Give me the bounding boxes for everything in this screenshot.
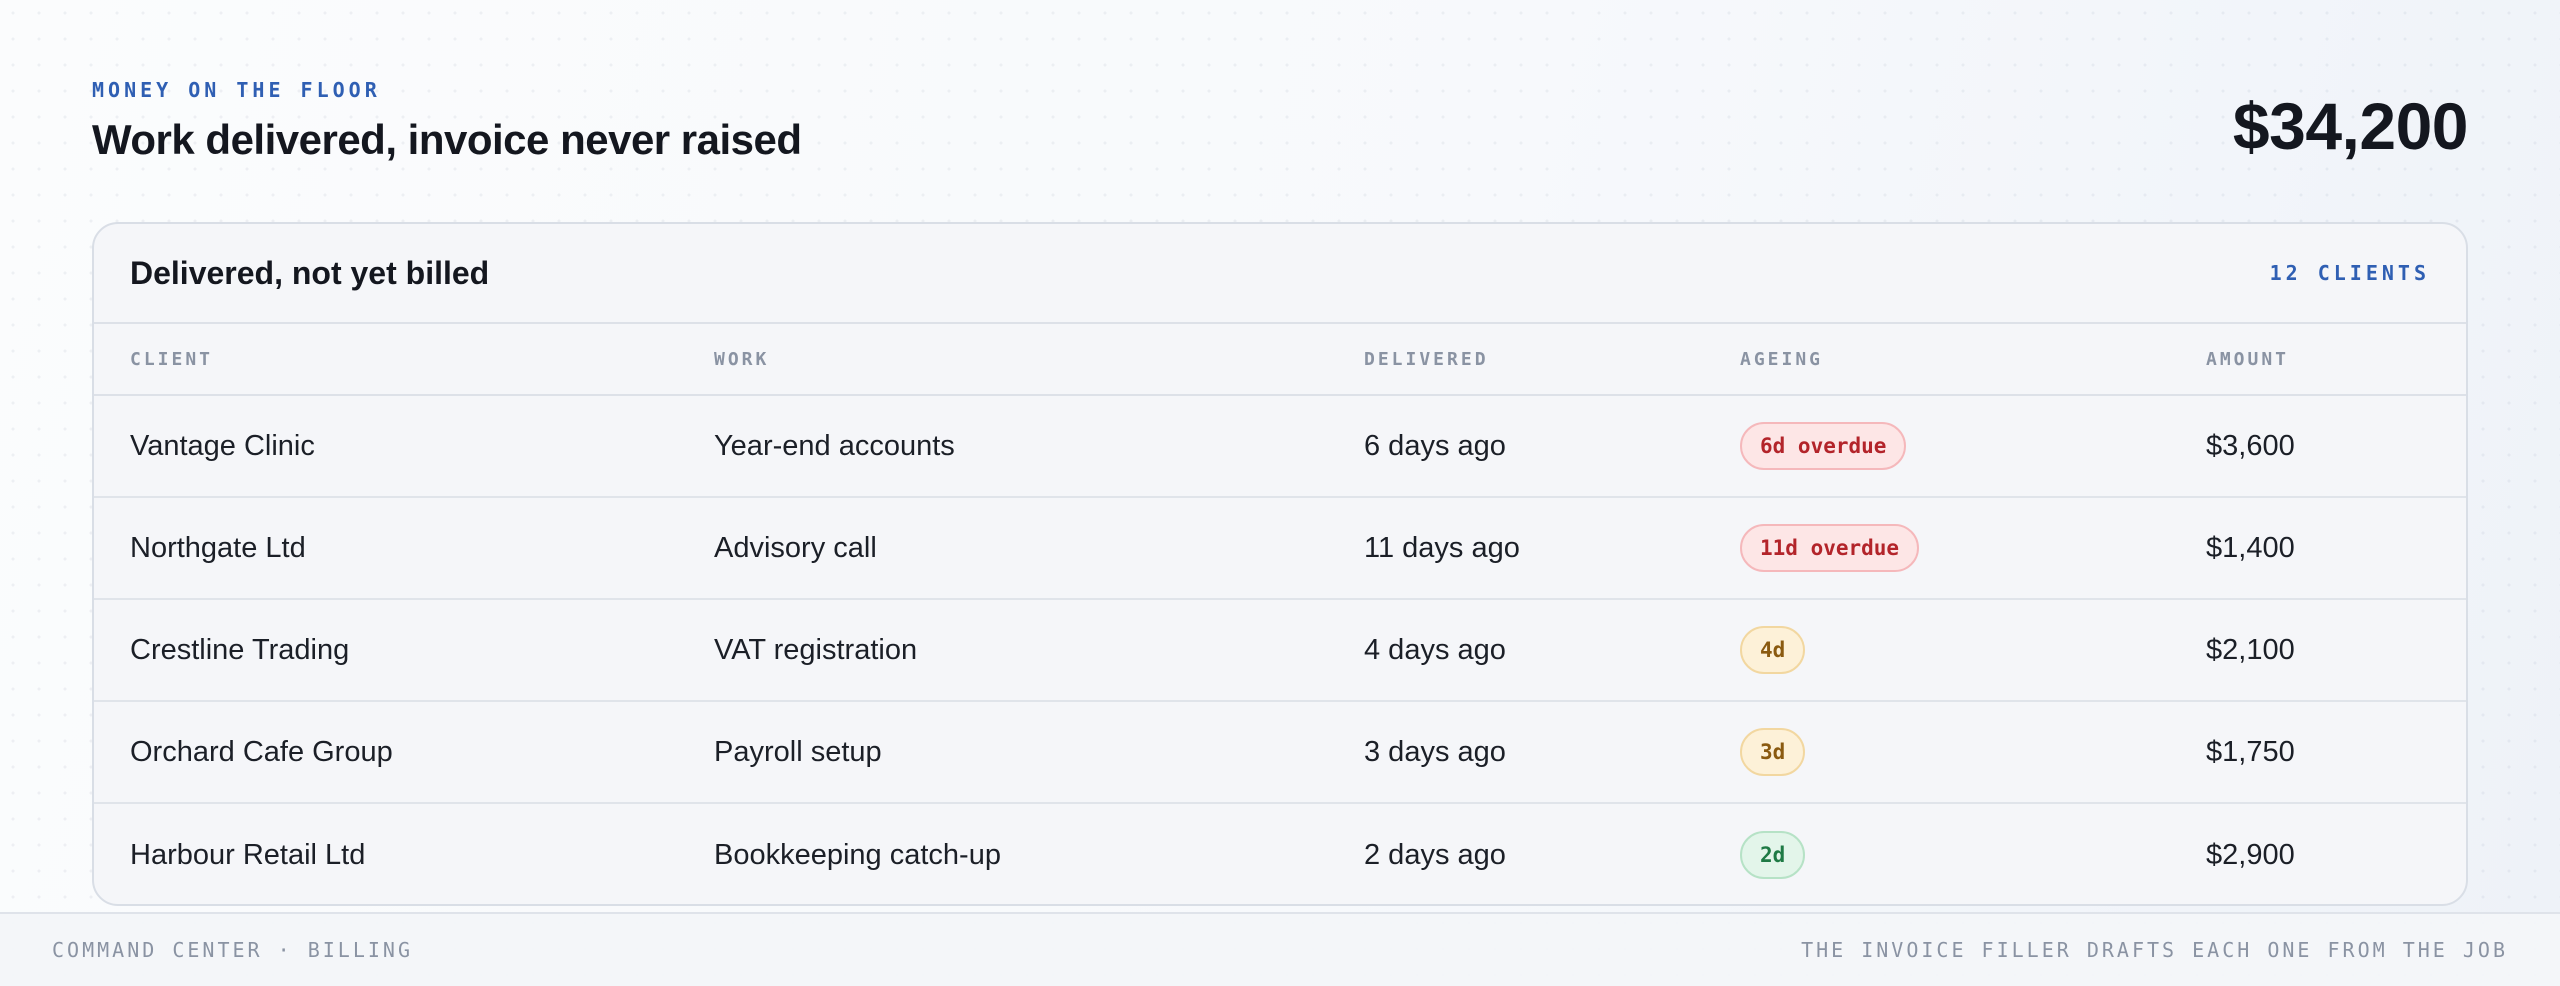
unbilled-card: Delivered, not yet billed 12 CLIENTS CLI… — [92, 222, 2468, 906]
delivered-time: 11 days ago — [1364, 531, 1520, 564]
table-row[interactable]: Crestline Trading VAT registration 4 day… — [94, 600, 2466, 702]
column-header-ageing: AGEING — [1740, 348, 1824, 370]
amount: $2,900 — [2206, 838, 2295, 871]
table-row[interactable]: Vantage Clinic Year-end accounts 6 days … — [94, 396, 2466, 498]
page-title: Work delivered, invoice never raised — [92, 116, 802, 163]
amount: $1,750 — [2206, 735, 2295, 768]
amount: $1,400 — [2206, 531, 2295, 564]
total-amount: $34,200 — [2232, 89, 2469, 163]
page-header: MONEY ON THE FLOOR Work delivered, invoi… — [92, 78, 2469, 178]
delivered-time: 3 days ago — [1364, 735, 1506, 768]
ageing-badge: 11d overdue — [1740, 524, 1920, 572]
amount: $2,100 — [2206, 633, 2295, 666]
amount: $3,600 — [2206, 429, 2295, 462]
ageing-badge: 2d — [1740, 831, 1806, 879]
client-name: Vantage Clinic — [130, 429, 315, 462]
footer-right-label: THE INVOICE FILLER DRAFTS EACH ONE FROM … — [1801, 938, 2508, 962]
column-header-amount: AMOUNT — [2206, 348, 2290, 370]
table-row[interactable]: Northgate Ltd Advisory call 11 days ago … — [94, 498, 2466, 600]
column-header-client: CLIENT — [130, 348, 214, 370]
client-name: Harbour Retail Ltd — [130, 838, 366, 871]
footer-bar: COMMAND CENTER · BILLING THE INVOICE FIL… — [0, 912, 2560, 986]
ageing-badge: 4d — [1740, 626, 1806, 674]
client-name: Orchard Cafe Group — [130, 735, 393, 768]
work-item: Bookkeeping catch-up — [714, 838, 1001, 871]
table-header: CLIENT WORK DELIVERED AGEING AMOUNT — [94, 324, 2466, 396]
work-item: VAT registration — [714, 633, 918, 666]
column-header-work: WORK — [714, 348, 770, 370]
client-count: 12 CLIENTS — [2269, 261, 2430, 285]
work-item: Payroll setup — [714, 735, 882, 768]
ageing-badge: 6d overdue — [1740, 422, 1907, 470]
client-name: Northgate Ltd — [130, 531, 306, 564]
delivered-time: 6 days ago — [1364, 429, 1506, 462]
work-item: Advisory call — [714, 531, 877, 564]
delivered-time: 4 days ago — [1364, 633, 1506, 666]
column-header-delivered: DELIVERED — [1364, 348, 1489, 370]
eyebrow-label: MONEY ON THE FLOOR — [92, 78, 381, 102]
ageing-badge: 3d — [1740, 728, 1806, 776]
table-row[interactable]: Harbour Retail Ltd Bookkeeping catch-up … — [94, 804, 2466, 904]
client-name: Crestline Trading — [130, 633, 350, 666]
table-row[interactable]: Orchard Cafe Group Payroll setup 3 days … — [94, 702, 2466, 804]
delivered-time: 2 days ago — [1364, 838, 1506, 871]
work-item: Year-end accounts — [714, 429, 955, 462]
card-title: Delivered, not yet billed — [130, 254, 490, 291]
card-header: Delivered, not yet billed 12 CLIENTS — [94, 224, 2466, 324]
footer-left-label: COMMAND CENTER · BILLING — [52, 938, 413, 962]
